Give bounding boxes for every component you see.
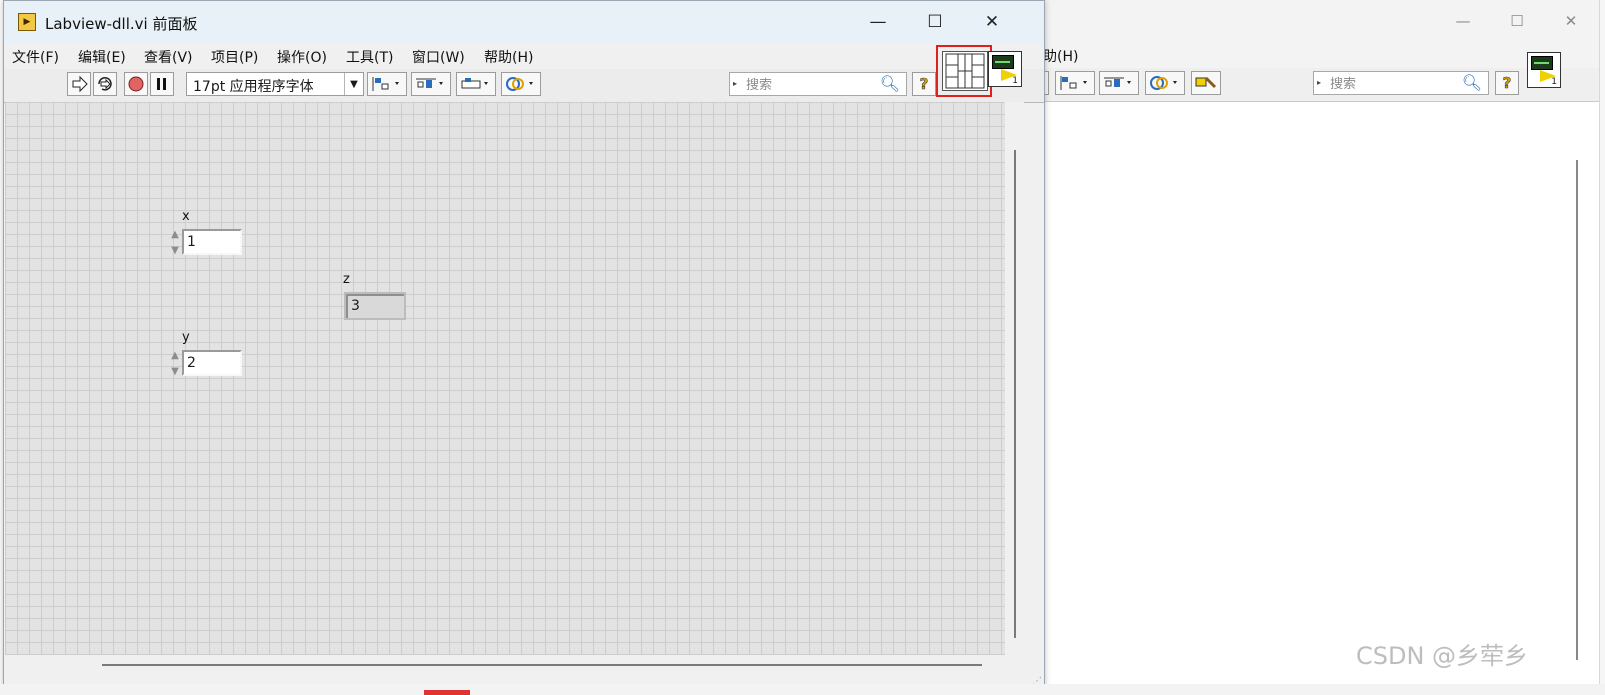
context-help-button[interactable]: ? [912, 72, 936, 96]
labview-app-icon: ▶ [18, 13, 36, 31]
control-y-value[interactable]: 2 [182, 350, 242, 376]
maximize-button[interactable]: ☐ [907, 7, 963, 37]
reorder-icon [1150, 76, 1177, 90]
watermark: CSDN @乡荦乡 [1356, 642, 1529, 670]
search-icon[interactable]: 🔍︎ [1462, 73, 1482, 92]
control-x-label[interactable]: x [182, 209, 190, 224]
menubar: 文件(F) 编辑(E) 查看(V) 项目(P) 操作(O) 工具(T) 窗口(W… [4, 43, 1044, 69]
align-objects-button[interactable] [367, 72, 407, 96]
resize-objects-icon [461, 78, 488, 89]
vertical-scrollbar[interactable] [1005, 102, 1024, 655]
block-diagram-canvas[interactable] [1031, 102, 1605, 684]
vi-icon-number: 1 [1012, 76, 1018, 86]
vertical-scrollbar-thumb[interactable] [1014, 150, 1016, 638]
back-toolbar: ▼ ▸ 🔍︎ ? [1031, 68, 1605, 102]
window-edge [1599, 0, 1605, 684]
distribute-objects-icon [416, 78, 443, 88]
reorder-button[interactable] [501, 72, 541, 96]
reorder-icon [506, 77, 533, 91]
back-vi-icon[interactable]: 1 [1527, 52, 1561, 88]
search-scope-icon: ▸ [1317, 78, 1322, 87]
font-select-value: 17pt 应用程序字体 [193, 79, 314, 95]
horizontal-scrollbar[interactable] [4, 655, 1005, 673]
indicator-z-label[interactable]: z [343, 272, 350, 287]
back-search-input[interactable] [1328, 74, 1452, 94]
menu-tools[interactable]: 工具(T) [346, 47, 393, 67]
align-objects-button[interactable] [1055, 71, 1095, 95]
window-title: Labview-dll.vi 前面板 [45, 15, 198, 33]
toolbar: 17pt 应用程序字体 ▼ ▸ 🔍︎ ? [4, 69, 1044, 103]
vi-icon-number: 1 [1551, 77, 1557, 87]
run-arrow-icon [72, 75, 88, 93]
increment-arrow-icon[interactable]: ▲ [171, 350, 179, 362]
run-continuously-button[interactable] [93, 72, 117, 96]
back-maximize-button[interactable]: ☐ [1494, 6, 1540, 36]
horizontal-scrollbar-thumb[interactable] [102, 664, 982, 666]
numeric-indicator-z[interactable]: 3 [344, 292, 406, 320]
numeric-control-y[interactable]: ▲ ▼ 2 [169, 350, 245, 378]
front-panel-canvas[interactable]: x ▲ ▼ 1 z 3 y ▲ ▼ 2 [5, 102, 1005, 655]
reorder-button[interactable] [1145, 71, 1185, 95]
search-input[interactable] [744, 75, 868, 95]
decrement-arrow-icon[interactable]: ▼ [171, 366, 179, 378]
menu-view[interactable]: 查看(V) [144, 47, 193, 67]
decrement-arrow-icon[interactable]: ▼ [171, 245, 179, 257]
back-search-box[interactable]: ▸ 🔍︎ [1313, 71, 1489, 95]
desktop-bottom-strip [0, 684, 1605, 695]
increment-arrow-icon[interactable]: ▲ [171, 229, 179, 241]
back-close-button[interactable]: ✕ [1548, 6, 1594, 36]
waveform-icon [992, 55, 1014, 69]
align-objects-icon [1060, 76, 1087, 90]
pause-icon [157, 78, 166, 90]
increment-decrement-spinner[interactable]: ▲ ▼ [169, 350, 181, 378]
titlebar: ▶ Labview-dll.vi 前面板 — ☐ ✕ [4, 1, 1044, 43]
menu-help[interactable]: 帮助(H) [484, 47, 533, 67]
vi-icon[interactable]: 1 [988, 51, 1022, 87]
menu-file[interactable]: 文件(F) [12, 47, 59, 67]
back-menubar: 帮助(H) [1029, 42, 1605, 68]
abort-button[interactable] [124, 72, 148, 96]
distribute-objects-button[interactable] [411, 72, 451, 96]
stop-icon [128, 76, 144, 92]
clean-up-icon [1195, 76, 1217, 89]
annotation-highlight [936, 45, 992, 97]
menu-project[interactable]: 项目(P) [211, 47, 258, 67]
menu-edit[interactable]: 编辑(E) [78, 47, 126, 67]
increment-decrement-spinner[interactable]: ▲ ▼ [169, 229, 181, 257]
align-objects-icon [372, 77, 399, 91]
run-continuously-icon [98, 77, 112, 91]
back-vertical-scrollbar[interactable] [1576, 160, 1578, 660]
numeric-control-x[interactable]: ▲ ▼ 1 [169, 229, 245, 257]
menu-operate[interactable]: 操作(O) [277, 47, 327, 67]
distribute-objects-icon [1104, 77, 1131, 87]
close-button[interactable]: ✕ [964, 7, 1020, 37]
pause-button[interactable] [150, 72, 174, 96]
block-diagram-window: — ☐ ✕ 帮助(H) ▼ ▸ 🔍︎ ? 1 [1029, 0, 1605, 684]
distribute-objects-button[interactable] [1099, 71, 1139, 95]
taskbar-marker [424, 690, 470, 695]
control-y-label[interactable]: y [182, 330, 190, 345]
front-panel-window: ▶ Labview-dll.vi 前面板 — ☐ ✕ 文件(F) 编辑(E) 查… [3, 0, 1045, 690]
search-box[interactable]: ▸ 🔍︎ [729, 72, 907, 96]
back-context-help-button[interactable]: ? [1495, 71, 1519, 95]
run-button[interactable] [67, 72, 91, 96]
back-titlebar: — ☐ ✕ [1031, 0, 1605, 42]
control-x-value[interactable]: 1 [182, 229, 242, 255]
minimize-button[interactable]: — [850, 7, 906, 37]
search-icon[interactable]: 🔍︎ [880, 74, 900, 93]
back-minimize-button[interactable]: — [1440, 6, 1486, 36]
search-scope-icon: ▸ [733, 79, 738, 88]
chevron-down-icon: ▼ [344, 73, 363, 95]
waveform-icon [1531, 56, 1553, 70]
resize-objects-button[interactable] [456, 72, 496, 96]
clean-up-diagram-button[interactable] [1191, 71, 1221, 95]
text-settings-select[interactable]: 17pt 应用程序字体 ▼ [186, 72, 364, 96]
menu-window[interactable]: 窗口(W) [412, 47, 465, 67]
